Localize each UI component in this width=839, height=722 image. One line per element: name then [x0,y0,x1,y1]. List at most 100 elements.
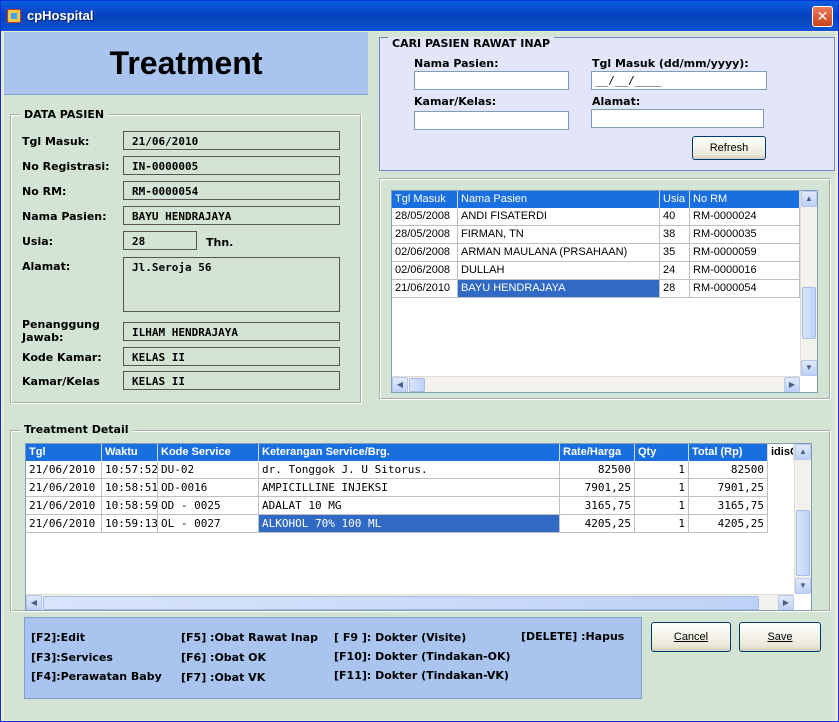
treatment-grid-cell[interactable]: 10:58:59 [102,497,158,515]
patient-grid-cell[interactable]: DULLAH [458,262,660,280]
alamat-label: Alamat: [22,260,71,273]
treatment-grid-cell[interactable]: 21/06/2010 [26,461,102,479]
treatment-grid-cell[interactable]: 4205,25 [689,515,768,533]
patient-grid-cell[interactable]: 40 [660,208,690,226]
treatment-grid-cell[interactable]: OD - 0025 [158,497,259,515]
patient-grid-cell[interactable]: 02/06/2008 [392,262,458,280]
treatment-grid-header-cell[interactable]: Keterangan Service/Brg. [259,444,560,461]
treatment-grid-cell[interactable]: ALKOHOL 70% 100 ML [259,515,560,533]
close-button[interactable]: ✕ [812,6,833,27]
patient-grid-cell[interactable]: ARMAN MAULANA (PRSAHAAN) [458,244,660,262]
refresh-button[interactable]: Refresh [692,136,766,160]
search-alamat-input[interactable] [591,109,764,128]
treatment-grid-cell[interactable]: 10:59:13 [102,515,158,533]
treatment-grid-cell[interactable]: 10:58:51 [102,479,158,497]
treatment-grid-cell[interactable]: 3165,75 [689,497,768,515]
scroll-up-arrow-icon[interactable]: ▲ [795,444,811,460]
scroll-right-arrow-icon[interactable]: ▶ [784,377,800,392]
scroll-down-arrow-icon[interactable]: ▼ [795,578,811,594]
treatment-grid-cell[interactable]: 4205,25 [560,515,635,533]
patient-grid[interactable]: Tgl Masuk Nama Pasien Usia No RM 28/05/2008… [391,190,818,393]
patient-grid-header-cell[interactable]: Nama Pasien [458,191,660,208]
patient-grid-cell[interactable]: RM-0000054 [690,280,800,298]
treatment-grid-cell[interactable]: 21/06/2010 [26,515,102,533]
treatment-grid-cell[interactable]: dr. Tonggok J. U Sitorus. [259,461,560,479]
patient-grid-vscroll[interactable]: ▲ ▼ [800,191,817,376]
patient-grid-cell[interactable]: 35 [660,244,690,262]
patient-grid-hscroll[interactable]: ◀ ▶ [392,376,800,392]
patient-grid-cell[interactable]: 28/05/2008 [392,226,458,244]
treatment-grid-header-cell[interactable]: Total (Rp) [689,444,768,461]
treatment-grid-vscroll[interactable]: ▲ ▼ [794,444,811,594]
data-pasien-group: DATA PASIEN Tgl Masuk: 21/06/2010 No Reg… [10,108,362,404]
search-tgl-label: Tgl Masuk (dd/mm/yyyy): [592,57,749,70]
patient-grid-cell[interactable]: 02/06/2008 [392,244,458,262]
treatment-grid[interactable]: Tgl Waktu Kode Service Keterangan Service/B… [25,443,812,611]
scroll-left-arrow-icon[interactable]: ◀ [392,377,408,392]
treatment-detail-group: Treatment Detail Tgl Waktu Kode Service Ket… [10,423,831,612]
shortcut-f9: [ F9 ]: Dokter (Visite) [334,631,467,644]
treatment-grid-header-cell[interactable]: Rate/Harga [560,444,635,461]
tgl-masuk-value: 21/06/2010 [123,131,340,150]
penanggung-label-line1: Penanggung [22,318,100,331]
patient-grid-header-cell[interactable]: Tgl Masuk [392,191,458,208]
treatment-grid-cell[interactable]: 7901,25 [689,479,768,497]
treatment-grid-header-cell[interactable]: Kode Service [158,444,259,461]
scroll-thumb[interactable] [796,510,810,576]
treatment-grid-cell[interactable]: 10:57:52 [102,461,158,479]
treatment-grid-cell[interactable]: 82500 [689,461,768,479]
search-kamar-label: Kamar/Kelas: [414,95,497,108]
treatment-grid-cell[interactable]: 21/06/2010 [26,497,102,515]
patient-grid-cell[interactable]: BAYU HENDRAJAYA [458,280,660,298]
treatment-grid-cell[interactable]: 1 [635,479,689,497]
patient-grid-cell[interactable]: 38 [660,226,690,244]
search-alamat-label: Alamat: [592,95,641,108]
scroll-thumb[interactable] [409,378,425,392]
treatment-grid-cell[interactable]: AMPICILLINE INJEKSI [259,479,560,497]
treatment-grid-cell[interactable]: 1 [635,515,689,533]
scroll-up-arrow-icon[interactable]: ▲ [801,191,817,207]
patient-grid-cell[interactable]: 24 [660,262,690,280]
treatment-grid-header-cell[interactable]: Waktu [102,444,158,461]
patient-grid-cell[interactable]: 21/06/2010 [392,280,458,298]
scroll-right-arrow-icon[interactable]: ▶ [778,595,794,610]
patient-grid-cell[interactable]: RM-0000059 [690,244,800,262]
scroll-thumb[interactable] [43,596,759,610]
patient-grid-cell[interactable]: RM-0000024 [690,208,800,226]
patient-grid-cell[interactable]: FIRMAN, TN [458,226,660,244]
save-button[interactable]: Save [739,622,821,652]
scroll-thumb[interactable] [802,287,816,339]
patient-grid-cell[interactable]: 28/05/2008 [392,208,458,226]
title-bar[interactable]: cpHospital ✕ [1,1,838,31]
patient-grid-header-cell[interactable]: No RM [690,191,800,208]
treatment-grid-cell[interactable]: ADALAT 10 MG [259,497,560,515]
treatment-grid-cell[interactable]: DU-02 [158,461,259,479]
treatment-grid-cell[interactable]: OD-0016 [158,479,259,497]
treatment-grid-cell[interactable]: OL - 0027 [158,515,259,533]
patient-grid-cell[interactable]: ANDI FISATERDI [458,208,660,226]
treatment-grid-cell[interactable]: 1 [635,497,689,515]
scroll-down-arrow-icon[interactable]: ▼ [801,360,817,376]
treatment-grid-cell[interactable]: 82500 [560,461,635,479]
treatment-grid-cell[interactable]: 7901,25 [560,479,635,497]
treatment-grid-header-cell[interactable]: idisC [768,444,794,461]
cancel-button[interactable]: Cancel [651,622,731,652]
shortcut-f4: [F4]:Perawatan Baby [31,670,162,683]
treatment-grid-header-cell[interactable]: Qty [635,444,689,461]
search-panel: CARI PASIEN RAWAT INAP Nama Pasien: Tgl … [379,37,835,171]
scroll-left-arrow-icon[interactable]: ◀ [26,595,42,610]
patient-grid-cell[interactable]: RM-0000035 [690,226,800,244]
nama-pasien-label: Nama Pasien: [22,210,107,223]
search-nama-input[interactable] [414,71,569,90]
patient-grid-cell[interactable]: 28 [660,280,690,298]
patient-grid-header-cell[interactable]: Usia [660,191,690,208]
treatment-grid-hscroll[interactable]: ◀ ▶ [26,594,794,610]
treatment-grid-cell[interactable]: 21/06/2010 [26,479,102,497]
search-tgl-input[interactable] [591,71,767,90]
patient-grid-cell[interactable]: RM-0000016 [690,262,800,280]
search-kamar-input[interactable] [414,111,569,130]
treatment-detail-legend: Treatment Detail [20,423,133,436]
treatment-grid-header-cell[interactable]: Tgl [26,444,102,461]
treatment-grid-cell[interactable]: 3165,75 [560,497,635,515]
treatment-grid-cell[interactable]: 1 [635,461,689,479]
